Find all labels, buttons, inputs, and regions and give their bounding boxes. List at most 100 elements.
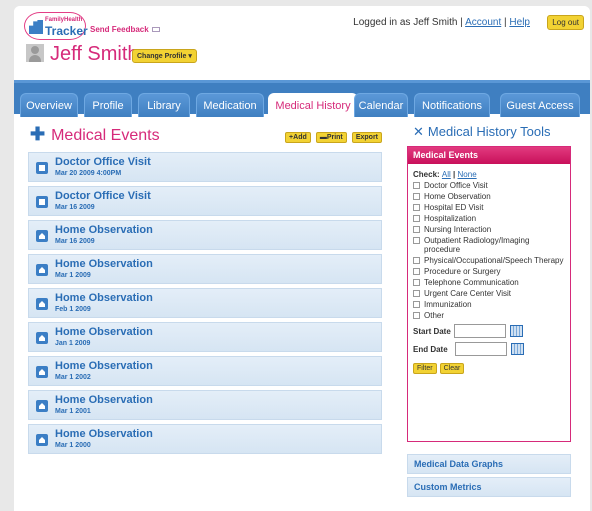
main-nav: Overview Profile Library Medication Medi… — [14, 80, 590, 117]
end-date-row: End Date — [413, 342, 565, 356]
list-item[interactable]: Home Observation Mar 1 2000 — [28, 424, 382, 454]
doctor-icon — [36, 162, 48, 174]
events-list: Doctor Office Visit Mar 20 2009 4:00PM Do… — [28, 152, 382, 458]
app-logo[interactable]: FamilyHealth Tracker — [24, 12, 88, 40]
filter-option[interactable]: Other — [413, 311, 565, 320]
option-label: Telephone Communication — [424, 278, 519, 287]
event-date: Jan 1 2009 — [55, 340, 91, 347]
check-none-link[interactable]: None — [458, 170, 477, 179]
change-profile-button[interactable]: Change Profile ▾ — [132, 49, 197, 63]
send-feedback-link[interactable]: Send Feedback — [90, 25, 160, 34]
separator: | — [460, 17, 463, 28]
list-item[interactable]: Doctor Office Visit Mar 20 2009 4:00PM — [28, 152, 382, 182]
checkbox[interactable] — [413, 204, 420, 211]
print-label: Print — [326, 134, 343, 141]
checkbox[interactable] — [413, 290, 420, 297]
print-button[interactable]: ▬Print — [315, 132, 347, 143]
help-link[interactable]: Help — [509, 17, 530, 28]
logout-button[interactable]: Log out — [547, 15, 584, 30]
event-title: Doctor Office Visit — [55, 156, 151, 168]
start-date-input[interactable] — [453, 324, 506, 338]
filter-option[interactable]: Physical/Occupational/Speech Therapy — [413, 256, 565, 265]
filter-option[interactable]: Hospitalization — [413, 214, 565, 223]
add-label: Add — [293, 134, 307, 141]
tab-notifications[interactable]: Notifications — [414, 93, 490, 117]
event-title: Home Observation — [55, 360, 153, 372]
list-item[interactable]: Home Observation Mar 1 2002 — [28, 356, 382, 386]
printer-icon: ▬ — [319, 134, 327, 141]
change-profile-label: Change Profile — [137, 53, 187, 60]
actions-bar: +Add ▬Print Export — [283, 130, 382, 143]
clear-button[interactable]: Clear — [439, 363, 465, 374]
option-label: Home Observation — [424, 192, 491, 201]
option-label: Other — [424, 311, 445, 320]
option-label: Physical/Occupational/Speech Therapy — [424, 256, 564, 265]
filter-option[interactable]: Doctor Office Visit — [413, 181, 565, 190]
option-label: Immunization — [424, 300, 472, 309]
checkbox[interactable] — [413, 226, 420, 233]
home-icon — [36, 230, 48, 242]
checkbox[interactable] — [413, 268, 420, 275]
tab-calendar[interactable]: Calendar — [354, 93, 408, 117]
event-date: Mar 20 2009 4:00PM — [55, 170, 122, 177]
checkbox[interactable] — [413, 301, 420, 308]
list-item[interactable]: Home Observation Mar 1 2001 — [28, 390, 382, 420]
custom-metrics-panel[interactable]: Custom Metrics — [407, 477, 571, 497]
medical-data-graphs-panel[interactable]: Medical Data Graphs — [407, 454, 571, 474]
filter-option[interactable]: Home Observation — [413, 192, 565, 201]
checkbox[interactable] — [413, 237, 420, 244]
filter-option[interactable]: Nursing Interaction — [413, 225, 565, 234]
end-date-input[interactable] — [454, 342, 507, 356]
section-title: ✚ Medical Events — [30, 124, 160, 145]
plus-icon: ✚ — [30, 124, 46, 144]
event-date: Mar 1 2001 — [55, 408, 91, 415]
event-title: Home Observation — [55, 292, 153, 304]
filter-option[interactable]: Hospital ED Visit — [413, 203, 565, 212]
tab-profile[interactable]: Profile — [84, 93, 132, 117]
separator: | — [504, 17, 507, 28]
tab-library[interactable]: Library — [138, 93, 190, 117]
tools-sidebar: ✕ Medical History Tools Medical Events Ch… — [407, 120, 590, 497]
calendar-icon[interactable] — [509, 325, 523, 337]
filter-button[interactable]: Filter — [413, 363, 437, 374]
tab-overview[interactable]: Overview — [20, 93, 78, 117]
envelope-icon — [151, 27, 160, 33]
option-label: Urgent Care Center Visit — [424, 289, 511, 298]
list-item[interactable]: Home Observation Mar 1 2009 — [28, 254, 382, 284]
filter-option[interactable]: Outpatient Radiology/Imaging procedure — [413, 236, 565, 254]
list-item[interactable]: Home Observation Feb 1 2009 — [28, 288, 382, 318]
event-date: Mar 1 2000 — [55, 442, 91, 449]
checkbox[interactable] — [413, 182, 420, 189]
end-date-label: End Date — [413, 344, 448, 354]
filter-option[interactable]: Telephone Communication — [413, 278, 565, 287]
list-item[interactable]: Home Observation Jan 1 2009 — [28, 322, 382, 352]
event-date: Feb 1 2009 — [55, 306, 91, 313]
tab-medical-history[interactable]: Medical History — [268, 93, 358, 117]
list-item[interactable]: Home Observation Mar 16 2009 — [28, 220, 382, 250]
checkbox[interactable] — [413, 215, 420, 222]
option-label: Outpatient Radiology/Imaging procedure — [424, 236, 530, 254]
event-title: Home Observation — [55, 326, 153, 338]
avatar — [26, 44, 44, 62]
event-title: Doctor Office Visit — [55, 190, 151, 202]
account-link[interactable]: Account — [465, 17, 501, 28]
home-icon — [36, 332, 48, 344]
checkbox[interactable] — [413, 193, 420, 200]
checkbox[interactable] — [413, 257, 420, 264]
tab-guest-access[interactable]: Guest Access — [500, 93, 580, 117]
filter-option[interactable]: Urgent Care Center Visit — [413, 289, 565, 298]
filter-option[interactable]: Procedure or Surgery — [413, 267, 565, 276]
filter-option[interactable]: Immunization — [413, 300, 565, 309]
event-title: Home Observation — [55, 428, 153, 440]
event-date: Mar 16 2009 — [55, 204, 95, 211]
checkbox[interactable] — [413, 279, 420, 286]
check-all-link[interactable]: All — [442, 170, 451, 179]
list-item[interactable]: Doctor Office Visit Mar 16 2009 — [28, 186, 382, 216]
calendar-icon[interactable] — [510, 343, 524, 355]
checkbox[interactable] — [413, 312, 420, 319]
add-button[interactable]: +Add — [285, 132, 311, 143]
tab-medication[interactable]: Medication — [196, 93, 264, 117]
panel-header[interactable]: Medical Events — [408, 147, 570, 164]
event-title: Home Observation — [55, 224, 153, 236]
export-button[interactable]: Export — [351, 132, 382, 143]
